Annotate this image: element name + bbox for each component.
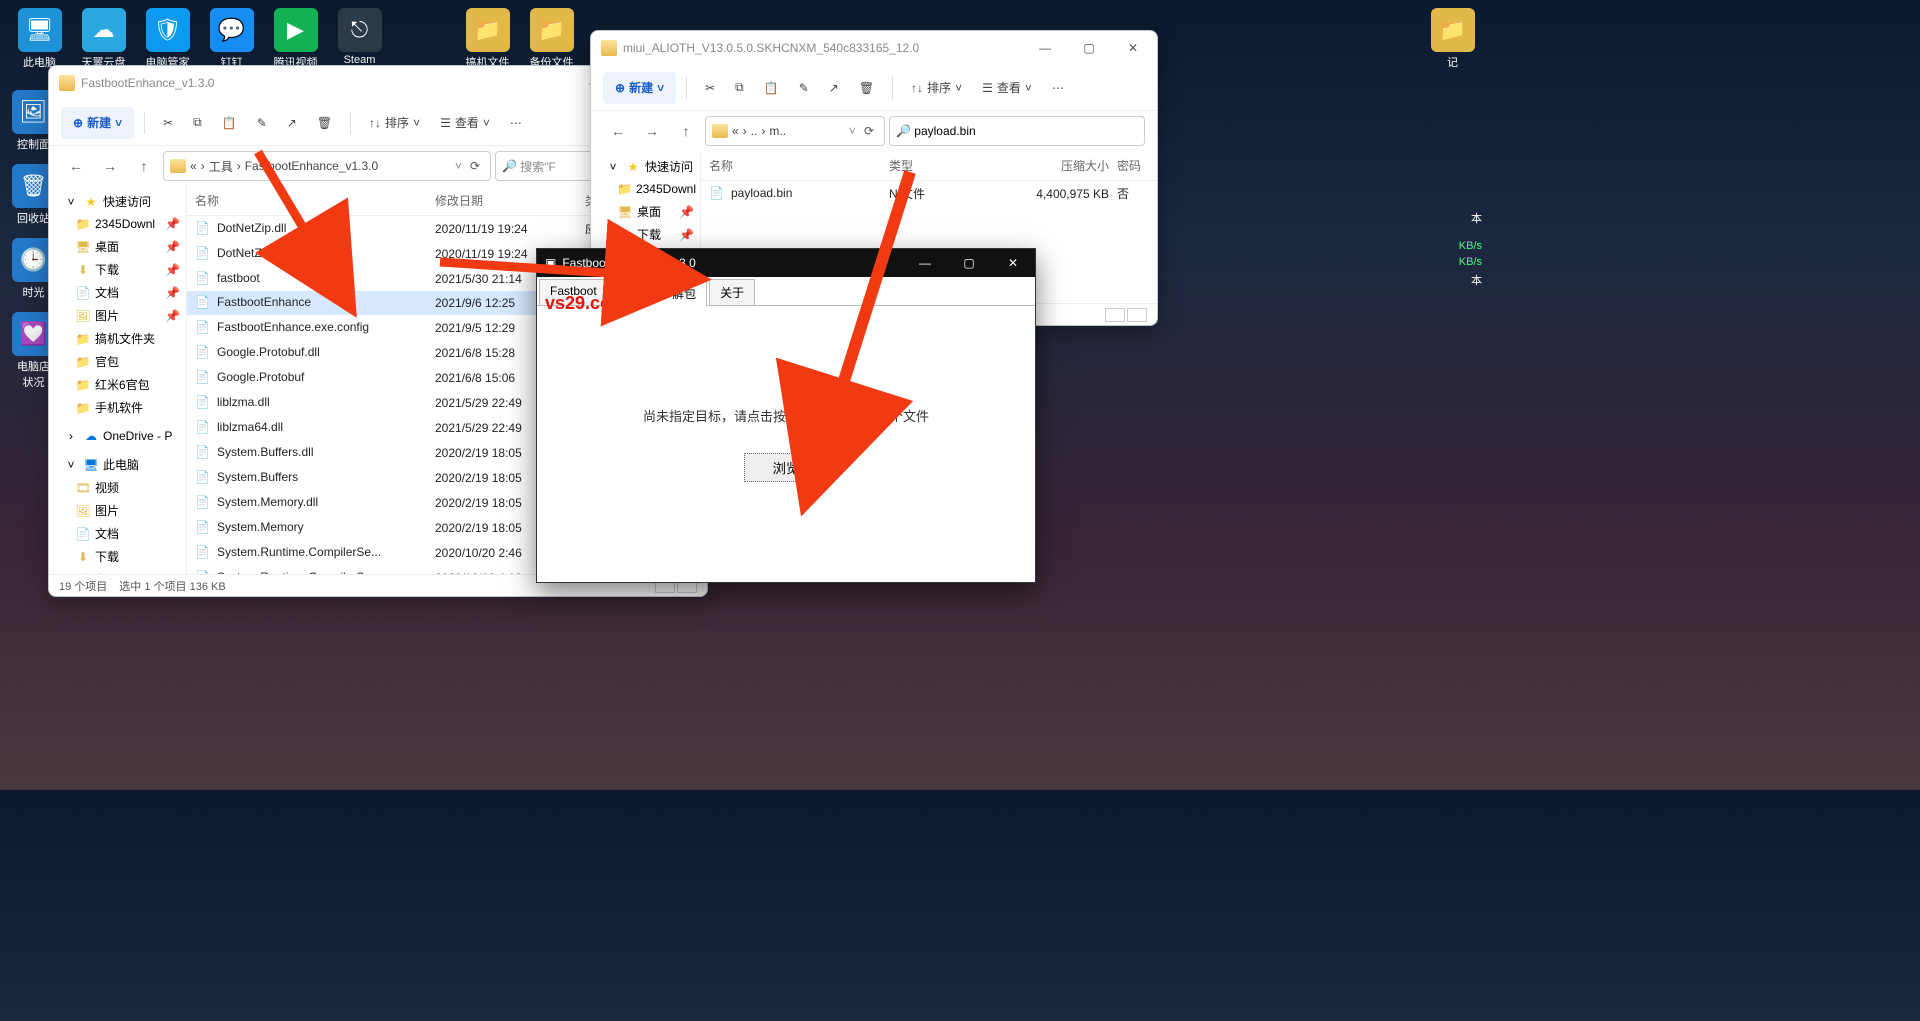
col-size[interactable]: 压缩大小 (999, 157, 1109, 174)
window-title: miui_ALIOTH_V13.0.5.0.SKHCNXM_540c833165… (623, 41, 1023, 55)
sidebar[interactable]: ˅★快速访问 📁2345Downl📌🖥桌面📌⬇下载📌📄文档📌🖼图片📌📁搞机文件夹… (49, 186, 187, 574)
sidebar-item[interactable]: 🖼图片 (49, 499, 186, 522)
new-button[interactable]: ⊕ 新建 ˅ (603, 72, 676, 104)
copy-button[interactable]: ⧉ (727, 72, 752, 104)
minimize-button[interactable]: — (903, 249, 947, 277)
desktop-icon[interactable]: 📁搞机文件 (460, 8, 515, 70)
share-button[interactable]: ↗ (279, 107, 305, 139)
up-button[interactable]: ↑ (671, 116, 701, 146)
maximize-button[interactable]: ▢ (1067, 31, 1111, 65)
back-button[interactable]: ← (61, 151, 91, 181)
sidebar-item[interactable]: 🖥桌面📌 (591, 200, 700, 223)
app-message: 尚未指定目标，请点击按钮浏览，或拖入一个文件 (643, 406, 929, 425)
sidebar-item[interactable]: 🎞视频 (49, 476, 186, 499)
rename-button[interactable]: ✎ (791, 72, 817, 104)
app-body: 尚未指定目标，请点击按钮浏览，或拖入一个文件 浏览 (537, 306, 1035, 582)
watermark: vs29.com (545, 293, 627, 314)
right-strip: 本 KB/s KB/s 本 (1439, 0, 1484, 790)
more-button[interactable]: ⋯ (502, 107, 530, 139)
sort-button[interactable]: ↑↓ 排序 ˅ (361, 107, 428, 139)
delete-button[interactable]: 🗑 (309, 107, 340, 139)
sidebar-item[interactable]: 🖥桌面📌 (49, 235, 186, 258)
sort-button[interactable]: ↑↓ 排序 ˅ (903, 72, 970, 104)
cut-button[interactable]: ✂ (697, 72, 723, 104)
search-icon: 🔎 (502, 159, 517, 173)
sidebar-item[interactable]: 📁手机软件 (49, 396, 186, 419)
desktop-icon[interactable]: 🖥此电脑 (12, 8, 67, 70)
minimize-button[interactable]: — (1023, 31, 1067, 65)
paste-button[interactable]: 📋 (756, 72, 787, 104)
sidebar-item[interactable]: 📄文档 (49, 522, 186, 545)
sidebar-onedrive[interactable]: ›☁OneDrive - P (49, 425, 186, 447)
sidebar-item[interactable]: 📁2345Downl📌 (591, 178, 700, 200)
view-button[interactable]: ☰ 查看 ˅ (974, 72, 1040, 104)
maximize-button[interactable]: ▢ (947, 249, 991, 277)
desktop-icon[interactable]: 💬钉钉 (204, 8, 259, 70)
more-button[interactable]: ⋯ (1044, 72, 1072, 104)
window-title: FastbootEnhance_v1.3.0 (81, 76, 573, 90)
tab-about[interactable]: 关于 (709, 279, 755, 305)
browse-button[interactable]: 浏览 (744, 453, 829, 482)
copy-button[interactable]: ⧉ (185, 107, 210, 139)
desktop-icon[interactable]: ▶腾讯视频 (268, 8, 323, 70)
desktop-icon[interactable]: ⎋Steam (332, 8, 387, 66)
cut-button[interactable]: ✂ (155, 107, 181, 139)
sidebar-item[interactable]: ⬇下载📌 (591, 223, 700, 246)
search-input[interactable]: 🔎 payload.bin (889, 116, 1145, 146)
share-button[interactable]: ↗ (821, 72, 847, 104)
sidebar-item[interactable]: 📄文档📌 (49, 281, 186, 304)
up-button[interactable]: ↑ (129, 151, 159, 181)
sidebar-item[interactable]: 📁红米6官包 (49, 373, 186, 396)
app-titlebar[interactable]: ▣ Fastboot Enhance v1.3.0 — ▢ ✕ (537, 249, 1035, 277)
folder-icon (712, 124, 728, 138)
view-list-icon[interactable] (1105, 308, 1125, 322)
close-button[interactable]: ✕ (1111, 31, 1155, 65)
titlebar[interactable]: miui_ALIOTH_V13.0.5.0.SKHCNXM_540c833165… (591, 31, 1157, 65)
folder-icon (601, 40, 617, 56)
sidebar-quick-access[interactable]: ˅★快速访问 (591, 155, 700, 178)
sidebar-item[interactable]: ⬇下载 (49, 545, 186, 568)
col-pwd[interactable]: 密码 (1109, 157, 1149, 174)
view-button[interactable]: ☰ 查看 ˅ (432, 107, 498, 139)
sidebar-item[interactable]: 🖼图片📌 (49, 304, 186, 327)
app-icon: ▣ (545, 256, 556, 270)
delete-button[interactable]: 🗑 (851, 72, 882, 104)
desktop-icon[interactable]: 🛡电脑管家 (140, 8, 195, 70)
col-date[interactable]: 修改日期 (435, 192, 585, 209)
sidebar-item[interactable]: 📁搞机文件夹 (49, 327, 186, 350)
app-window-fastboot-enhance[interactable]: ▣ Fastboot Enhance v1.3.0 — ▢ ✕ Fastboot… (536, 248, 1036, 583)
sidebar-quick-access[interactable]: ˅★快速访问 (49, 190, 186, 213)
new-button[interactable]: ⊕ 新建 ˅ (61, 107, 134, 139)
rename-button[interactable]: ✎ (249, 107, 275, 139)
breadcrumb[interactable]: « › 工具 › FastbootEnhance_v1.3.0 ˅ ⟳ (163, 151, 491, 181)
breadcrumb[interactable]: « › .. › m.. ˅ ⟳ (705, 116, 885, 146)
forward-button[interactable]: → (95, 151, 125, 181)
sidebar-item[interactable]: 📁官包 (49, 350, 186, 373)
view-details-icon[interactable] (1127, 308, 1147, 322)
folder-icon (170, 159, 186, 173)
folder-icon (59, 75, 75, 91)
toolbar: ⊕ 新建 ˅ ✂ ⧉ 📋 ✎ ↗ 🗑 ↑↓ 排序 ˅ ☰ 查看 ˅ ⋯ (591, 65, 1157, 111)
table-row[interactable]: 📄payload.binN 文件4,400,975 KB否 (701, 181, 1157, 206)
search-icon: 🔎 (896, 124, 911, 138)
col-name[interactable]: 名称 (195, 192, 435, 209)
col-type[interactable]: 类型 (889, 157, 999, 174)
sidebar-item[interactable]: ⬇下载📌 (49, 258, 186, 281)
desktop-icon[interactable]: ☁天翼云盘 (76, 8, 131, 70)
sidebar-item[interactable]: 📁2345Downl📌 (49, 213, 186, 235)
col-name[interactable]: 名称 (709, 157, 889, 174)
paste-button[interactable]: 📋 (214, 107, 245, 139)
sidebar-this-pc[interactable]: ˅🖥此电脑 (49, 453, 186, 476)
back-button[interactable]: ← (603, 116, 633, 146)
forward-button[interactable]: → (637, 116, 667, 146)
navbar: ← → ↑ « › .. › m.. ˅ ⟳ 🔎 payload.bin (591, 111, 1157, 151)
desktop-icon[interactable]: 📁备份文件 (524, 8, 579, 70)
close-button[interactable]: ✕ (991, 249, 1035, 277)
app-title: Fastboot Enhance v1.3.0 (562, 256, 903, 270)
